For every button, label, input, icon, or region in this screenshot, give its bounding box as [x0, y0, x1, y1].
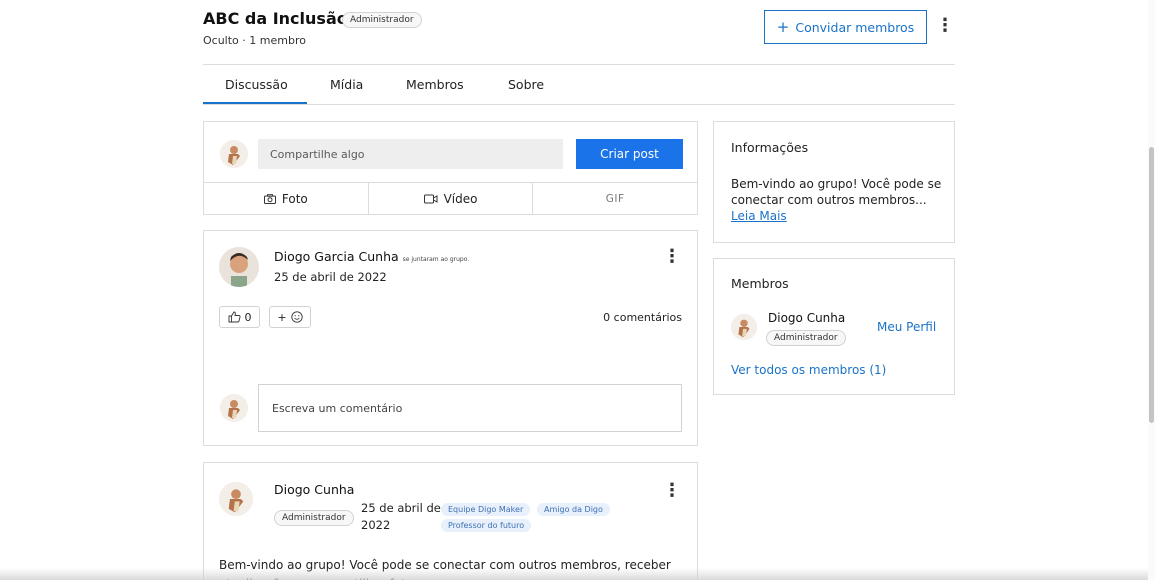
my-profile-link[interactable]: Meu Perfil [877, 320, 936, 334]
post-card: Diogo Garcia Cunha se juntaram ao grupo.… [203, 230, 698, 446]
add-reaction-plus: + [277, 310, 287, 324]
comment-input[interactable] [258, 384, 682, 432]
avatar-image [220, 140, 248, 168]
photo-option[interactable]: Foto [204, 183, 369, 214]
bottom-shadow [0, 568, 1148, 580]
video-icon [423, 194, 438, 203]
see-all-members-link[interactable]: Ver todos os membros (1) [731, 363, 886, 377]
post-date-line2: 2022 [361, 518, 391, 532]
post-date-line1: 25 de abril de [361, 501, 441, 515]
thumbs-up-icon [228, 311, 240, 323]
group-title: ABC da Inclusão [203, 9, 348, 28]
avatar [219, 247, 259, 287]
video-label: Vídeo [443, 191, 478, 206]
like-button[interactable]: 0 [219, 306, 260, 328]
smiley-icon [290, 311, 303, 323]
photo-label: Foto [281, 191, 308, 206]
tab-midia[interactable]: Mídia [330, 77, 363, 92]
group-subtitle: Oculto · 1 membro [203, 34, 306, 47]
invite-members-button[interactable]: + Convidar membros [764, 10, 927, 44]
post-action: se juntaram ao grupo. [402, 256, 470, 263]
camera-icon [263, 193, 276, 204]
tag-chip[interactable]: Equipe Digo Maker [441, 503, 531, 516]
avatar-image [219, 482, 253, 516]
info-title: Informações [731, 140, 809, 155]
gif-option[interactable]: GIF [533, 183, 697, 214]
info-text: Bem-vindo ao grupo! Você pode se conecta… [731, 176, 946, 224]
avatar [220, 140, 248, 168]
video-option[interactable]: Vídeo [369, 183, 534, 214]
tab-discussao[interactable]: Discussão [225, 77, 288, 92]
media-options: Foto Vídeo GIF [204, 182, 697, 214]
post-more-icon[interactable]: ⋮ [663, 247, 681, 267]
create-post-button[interactable]: Criar post [576, 139, 683, 169]
group-tabs: Discussão Mídia Membros Sobre [203, 65, 955, 105]
group-page: ABC da Inclusão Administrador Oculto · 1… [203, 0, 955, 580]
post-more-icon[interactable]: ⋮ [663, 481, 681, 501]
author-role-badge: Administrador [274, 510, 354, 526]
read-more-link[interactable]: Leia Mais [731, 209, 787, 223]
tabs-divider [203, 104, 955, 105]
post-date: 25 de abril de 2022 [274, 270, 387, 284]
plus-icon: + [776, 17, 790, 36]
info-card: Informações Bem-vindo ao grupo! Você pod… [713, 121, 955, 243]
members-title: Membros [731, 276, 789, 291]
gif-label: GIF [605, 192, 625, 205]
info-description: Bem-vindo ao grupo! Você pode se conecta… [731, 177, 942, 207]
like-count: 0 [244, 310, 252, 324]
share-input[interactable] [258, 139, 563, 169]
member-role-badge: Administrador [766, 330, 846, 346]
avatar [731, 314, 757, 340]
scrollbar-thumb[interactable] [1149, 147, 1154, 423]
avatar-image [219, 247, 259, 287]
post-card: Diogo Cunha Administrador 25 de abril de… [203, 462, 698, 580]
members-card: Membros Diogo Cunha Administrador Meu Pe… [713, 258, 955, 395]
add-reaction-button[interactable]: + [269, 306, 311, 328]
comments-count[interactable]: 0 comentários [603, 311, 682, 324]
avatar [219, 482, 253, 516]
member-name[interactable]: Diogo Cunha [768, 311, 845, 325]
tab-sobre[interactable]: Sobre [508, 77, 544, 92]
group-more-icon[interactable]: ⋮ [936, 16, 954, 36]
post-author[interactable]: Diogo Garcia Cunha se juntaram ao grupo. [274, 249, 469, 264]
avatar-image [731, 314, 757, 340]
tag-chip[interactable]: Amigo da Digo [537, 503, 610, 516]
tag-chip[interactable]: Professor do futuro [441, 519, 532, 532]
tab-membros[interactable]: Membros [406, 77, 464, 92]
group-role-badge: Administrador [342, 12, 422, 28]
post-composer: Criar post Foto Vídeo GIF [203, 121, 698, 215]
avatar [220, 394, 248, 422]
invite-members-label: Convidar membros [795, 19, 915, 35]
post-author-name: Diogo Garcia Cunha [274, 249, 399, 264]
post-author-name[interactable]: Diogo Cunha [274, 482, 354, 497]
avatar-image [220, 394, 248, 422]
